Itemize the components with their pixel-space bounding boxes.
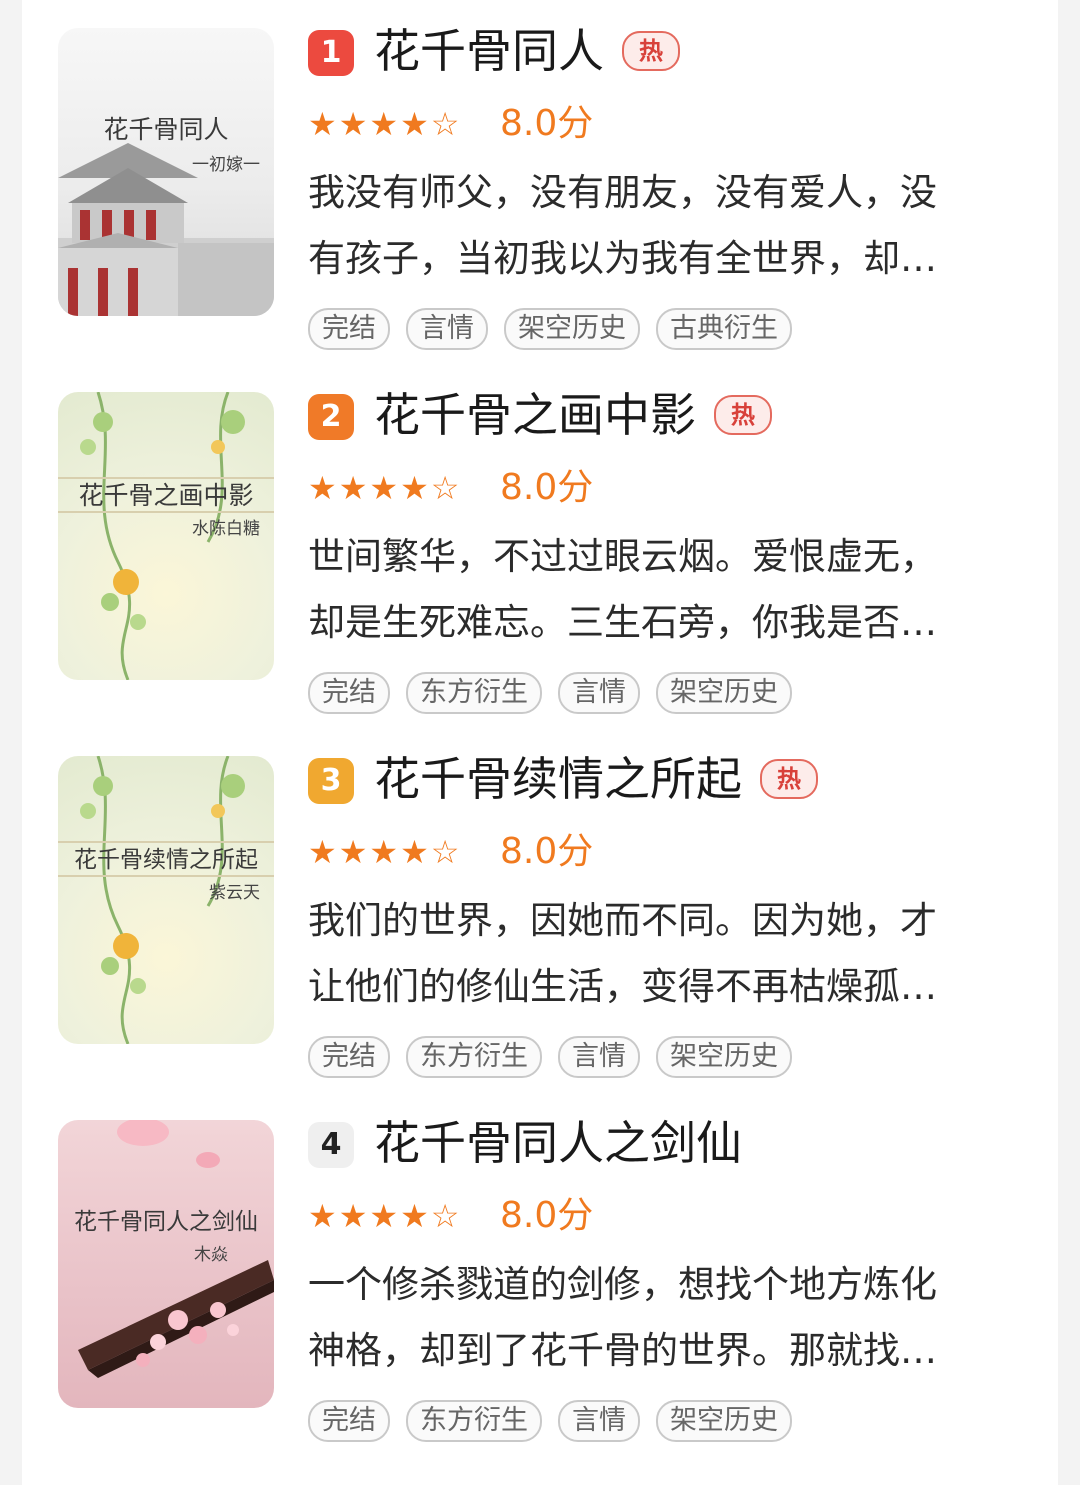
cover-title: 花千骨同人之剑仙 [74,1209,258,1235]
book-item[interactable]: 花千骨续情之所起 紫云天 3 花千骨续情之所起热 ★★★★☆ 8.0分 我们的世… [22,728,1058,1092]
cover-author: 一初嫁一 [192,155,260,175]
description-line: 却是生死难忘。三生石旁，你我是否… [308,601,937,644]
tag[interactable]: 古典衍生 [656,308,792,350]
description-line: 我没有师父，没有朋友，没有爱人，没 [308,171,937,214]
cover-title: 花千骨续情之所起 [74,847,258,873]
tag[interactable]: 完结 [308,1400,390,1442]
book-cover[interactable]: 花千骨之画中影 水陈白糖 [58,392,274,680]
tag[interactable]: 言情 [406,308,488,350]
tag-list: 完结 东方衍生 言情 架空历史 [308,672,808,714]
description-line: 有孩子，当初我以为我有全世界，却… [308,237,937,280]
rating-stars: ★★★★☆ [308,833,462,871]
book-title[interactable]: 花千骨同人之剑仙 [374,1112,742,1174]
book-list: 花千骨同人 一初嫁一 1 花千骨同人热 ★★★★☆ 8.0分 我没有师父，没有朋… [22,0,1058,1485]
book-title-text: 花千骨之画中影 [374,388,696,442]
book-title-text: 花千骨同人之剑仙 [374,1116,742,1170]
rating-score: 8.0分 [500,467,594,508]
rating-score: 8.0分 [500,1195,594,1236]
tag[interactable]: 完结 [308,672,390,714]
description-line: 世间繁华，不过过眼云烟。爱恨虚无， [308,535,937,578]
book-description: 我没有师父，没有朋友，没有爱人，没 有孩子，当初我以为我有全世界，却… [308,160,1024,292]
book-title[interactable]: 花千骨之画中影热 [374,384,772,446]
tag[interactable]: 言情 [558,672,640,714]
rating-score: 8.0分 [500,831,594,872]
tag[interactable]: 架空历史 [656,1036,792,1078]
book-title-text: 花千骨同人 [374,24,604,78]
book-cover[interactable]: 花千骨同人之剑仙 木焱 [58,1120,274,1408]
rating-stars: ★★★★☆ [308,105,462,143]
rating-stars: ★★★★☆ [308,469,462,507]
book-item[interactable]: 花千骨之画中影 水陈白糖 2 花千骨之画中影热 ★★★★☆ 8.0分 世间繁华，… [22,364,1058,728]
hot-badge: 热 [714,394,772,435]
book-cover[interactable]: 花千骨续情之所起 紫云天 [58,756,274,1044]
book-title[interactable]: 花千骨续情之所起热 [374,748,818,810]
tag[interactable]: 言情 [558,1400,640,1442]
tag[interactable]: 东方衍生 [406,1400,542,1442]
tag[interactable]: 东方衍生 [406,672,542,714]
hot-badge: 热 [760,758,818,799]
tag-list: 完结 言情 架空历史 古典衍生 [308,308,808,350]
cover-author: 紫云天 [209,883,260,903]
tag[interactable]: 架空历史 [656,1400,792,1442]
description-line: 我们的世界，因她而不同。因为她，才 [308,899,937,942]
book-description: 世间繁华，不过过眼云烟。爱恨虚无， 却是生死难忘。三生石旁，你我是否… [308,524,1024,656]
tag[interactable]: 东方衍生 [406,1036,542,1078]
rating-stars: ★★★★☆ [308,1197,462,1235]
rank-badge: 1 [308,30,354,76]
cover-author: 水陈白糖 [192,519,260,539]
hot-badge: 热 [622,30,680,71]
book-description: 我们的世界，因她而不同。因为她，才 让他们的修仙生活，变得不再枯燥孤… [308,888,1024,1020]
cover-title: 花千骨之画中影 [78,481,254,510]
book-cover[interactable]: 花千骨同人 一初嫁一 [58,28,274,316]
description-line: 一个修杀戮道的剑修，想找个地方炼化 [308,1263,937,1306]
description-line: 神格，却到了花千骨的世界。那就找… [308,1329,937,1372]
cover-title: 花千骨同人 [103,115,229,144]
tag-list: 完结 东方衍生 言情 架空历史 [308,1400,808,1442]
tag[interactable]: 完结 [308,308,390,350]
book-item[interactable]: 花千骨同人之剑仙 木焱 4 花千骨同人之剑仙 ★★★★☆ 8.0分 一个修杀戮道… [22,1092,1058,1456]
tag[interactable]: 架空历史 [504,308,640,350]
rank-badge: 4 [308,1122,354,1168]
rating-score: 8.0分 [500,103,594,144]
cover-author: 木焱 [194,1245,228,1265]
rank-badge: 2 [308,394,354,440]
rank-badge: 3 [308,758,354,804]
tag-list: 完结 东方衍生 言情 架空历史 [308,1036,808,1078]
description-line: 让他们的修仙生活，变得不再枯燥孤… [308,965,937,1008]
tag[interactable]: 架空历史 [656,672,792,714]
tag[interactable]: 完结 [308,1036,390,1078]
tag[interactable]: 言情 [558,1036,640,1078]
guqin-blossom-illustration [78,1120,274,1378]
book-item[interactable]: 花千骨同人 一初嫁一 1 花千骨同人热 ★★★★☆ 8.0分 我没有师父，没有朋… [22,0,1058,364]
book-title[interactable]: 花千骨同人热 [374,20,680,82]
book-title-text: 花千骨续情之所起 [374,752,742,806]
book-description: 一个修杀戮道的剑修，想找个地方炼化 神格，却到了花千骨的世界。那就找… [308,1252,1024,1384]
